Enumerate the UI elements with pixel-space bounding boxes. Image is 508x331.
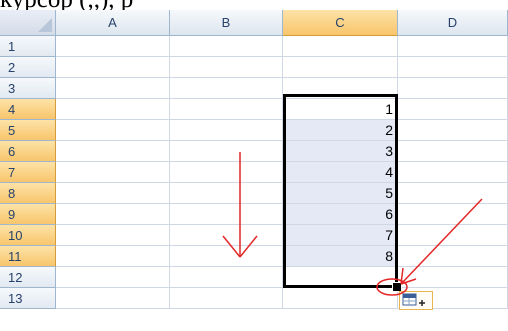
- cell-b3[interactable]: [170, 78, 283, 99]
- row-header-12[interactable]: 12: [0, 267, 56, 288]
- cell-b5[interactable]: [170, 120, 283, 141]
- cell-c12[interactable]: [283, 267, 398, 288]
- row-header-8[interactable]: 8: [0, 183, 56, 204]
- cell-a13[interactable]: [56, 288, 170, 309]
- row-header-11[interactable]: 11: [0, 246, 56, 267]
- cell-d4[interactable]: [398, 99, 508, 120]
- cell-a8[interactable]: [56, 183, 170, 204]
- cell-b7[interactable]: [170, 162, 283, 183]
- cell-b10[interactable]: [170, 225, 283, 246]
- cell-b9[interactable]: [170, 204, 283, 225]
- spreadsheet-grid: A B C D 1 2 3 4 5 6 7 8 9 10 11 12 13 1 …: [0, 10, 508, 331]
- cell-c13[interactable]: [283, 288, 398, 309]
- cell-d10[interactable]: [398, 225, 508, 246]
- cell-c1[interactable]: [283, 36, 398, 57]
- autofill-options-icon: [402, 293, 425, 306]
- select-all-corner[interactable]: [0, 10, 56, 36]
- cell-b1[interactable]: [170, 36, 283, 57]
- row-header-1[interactable]: 1: [0, 36, 56, 57]
- row-header-5[interactable]: 5: [0, 120, 56, 141]
- cell-b12[interactable]: [170, 267, 283, 288]
- column-header-d[interactable]: D: [398, 10, 508, 36]
- cell-d3[interactable]: [398, 78, 508, 99]
- cell-d11[interactable]: [398, 246, 508, 267]
- row-header-4[interactable]: 4: [0, 99, 56, 120]
- row-header-3[interactable]: 3: [0, 78, 56, 99]
- cell-b11[interactable]: [170, 246, 283, 267]
- cell-b4[interactable]: [170, 99, 283, 120]
- cell-c2[interactable]: [283, 57, 398, 78]
- column-header-c[interactable]: C: [283, 10, 398, 36]
- cell-a7[interactable]: [56, 162, 170, 183]
- cell-c7[interactable]: 4: [283, 162, 398, 183]
- row-header-13[interactable]: 13: [0, 288, 56, 309]
- cell-d7[interactable]: [398, 162, 508, 183]
- row-header-10[interactable]: 10: [0, 225, 56, 246]
- row-header-2[interactable]: 2: [0, 57, 56, 78]
- row-header-9[interactable]: 9: [0, 204, 56, 225]
- cell-d12[interactable]: [398, 267, 508, 288]
- cell-b6[interactable]: [170, 141, 283, 162]
- cell-c9[interactable]: 6: [283, 204, 398, 225]
- cell-a5[interactable]: [56, 120, 170, 141]
- cell-a11[interactable]: [56, 246, 170, 267]
- autofill-options-button[interactable]: [399, 291, 433, 310]
- cell-a10[interactable]: [56, 225, 170, 246]
- cell-b2[interactable]: [170, 57, 283, 78]
- cell-c8[interactable]: 5: [283, 183, 398, 204]
- cell-c3[interactable]: [283, 78, 398, 99]
- cell-d1[interactable]: [398, 36, 508, 57]
- cell-a6[interactable]: [56, 141, 170, 162]
- cell-a12[interactable]: [56, 267, 170, 288]
- cell-c11[interactable]: 8: [283, 246, 398, 267]
- row-header-6[interactable]: 6: [0, 141, 56, 162]
- cell-c6[interactable]: 3: [283, 141, 398, 162]
- cell-a9[interactable]: [56, 204, 170, 225]
- cell-d5[interactable]: [398, 120, 508, 141]
- cell-d6[interactable]: [398, 141, 508, 162]
- cell-a3[interactable]: [56, 78, 170, 99]
- select-all-icon: [38, 18, 52, 32]
- cell-d2[interactable]: [398, 57, 508, 78]
- cell-a2[interactable]: [56, 57, 170, 78]
- cell-c4[interactable]: 1: [283, 99, 398, 120]
- cell-a1[interactable]: [56, 36, 170, 57]
- cell-d8[interactable]: [398, 183, 508, 204]
- cell-a4[interactable]: [56, 99, 170, 120]
- cell-c5[interactable]: 2: [283, 120, 398, 141]
- cell-b13[interactable]: [170, 288, 283, 309]
- cell-b8[interactable]: [170, 183, 283, 204]
- column-header-b[interactable]: B: [170, 10, 283, 36]
- column-header-a[interactable]: A: [56, 10, 170, 36]
- row-header-7[interactable]: 7: [0, 162, 56, 183]
- cell-c10[interactable]: 7: [283, 225, 398, 246]
- cell-d9[interactable]: [398, 204, 508, 225]
